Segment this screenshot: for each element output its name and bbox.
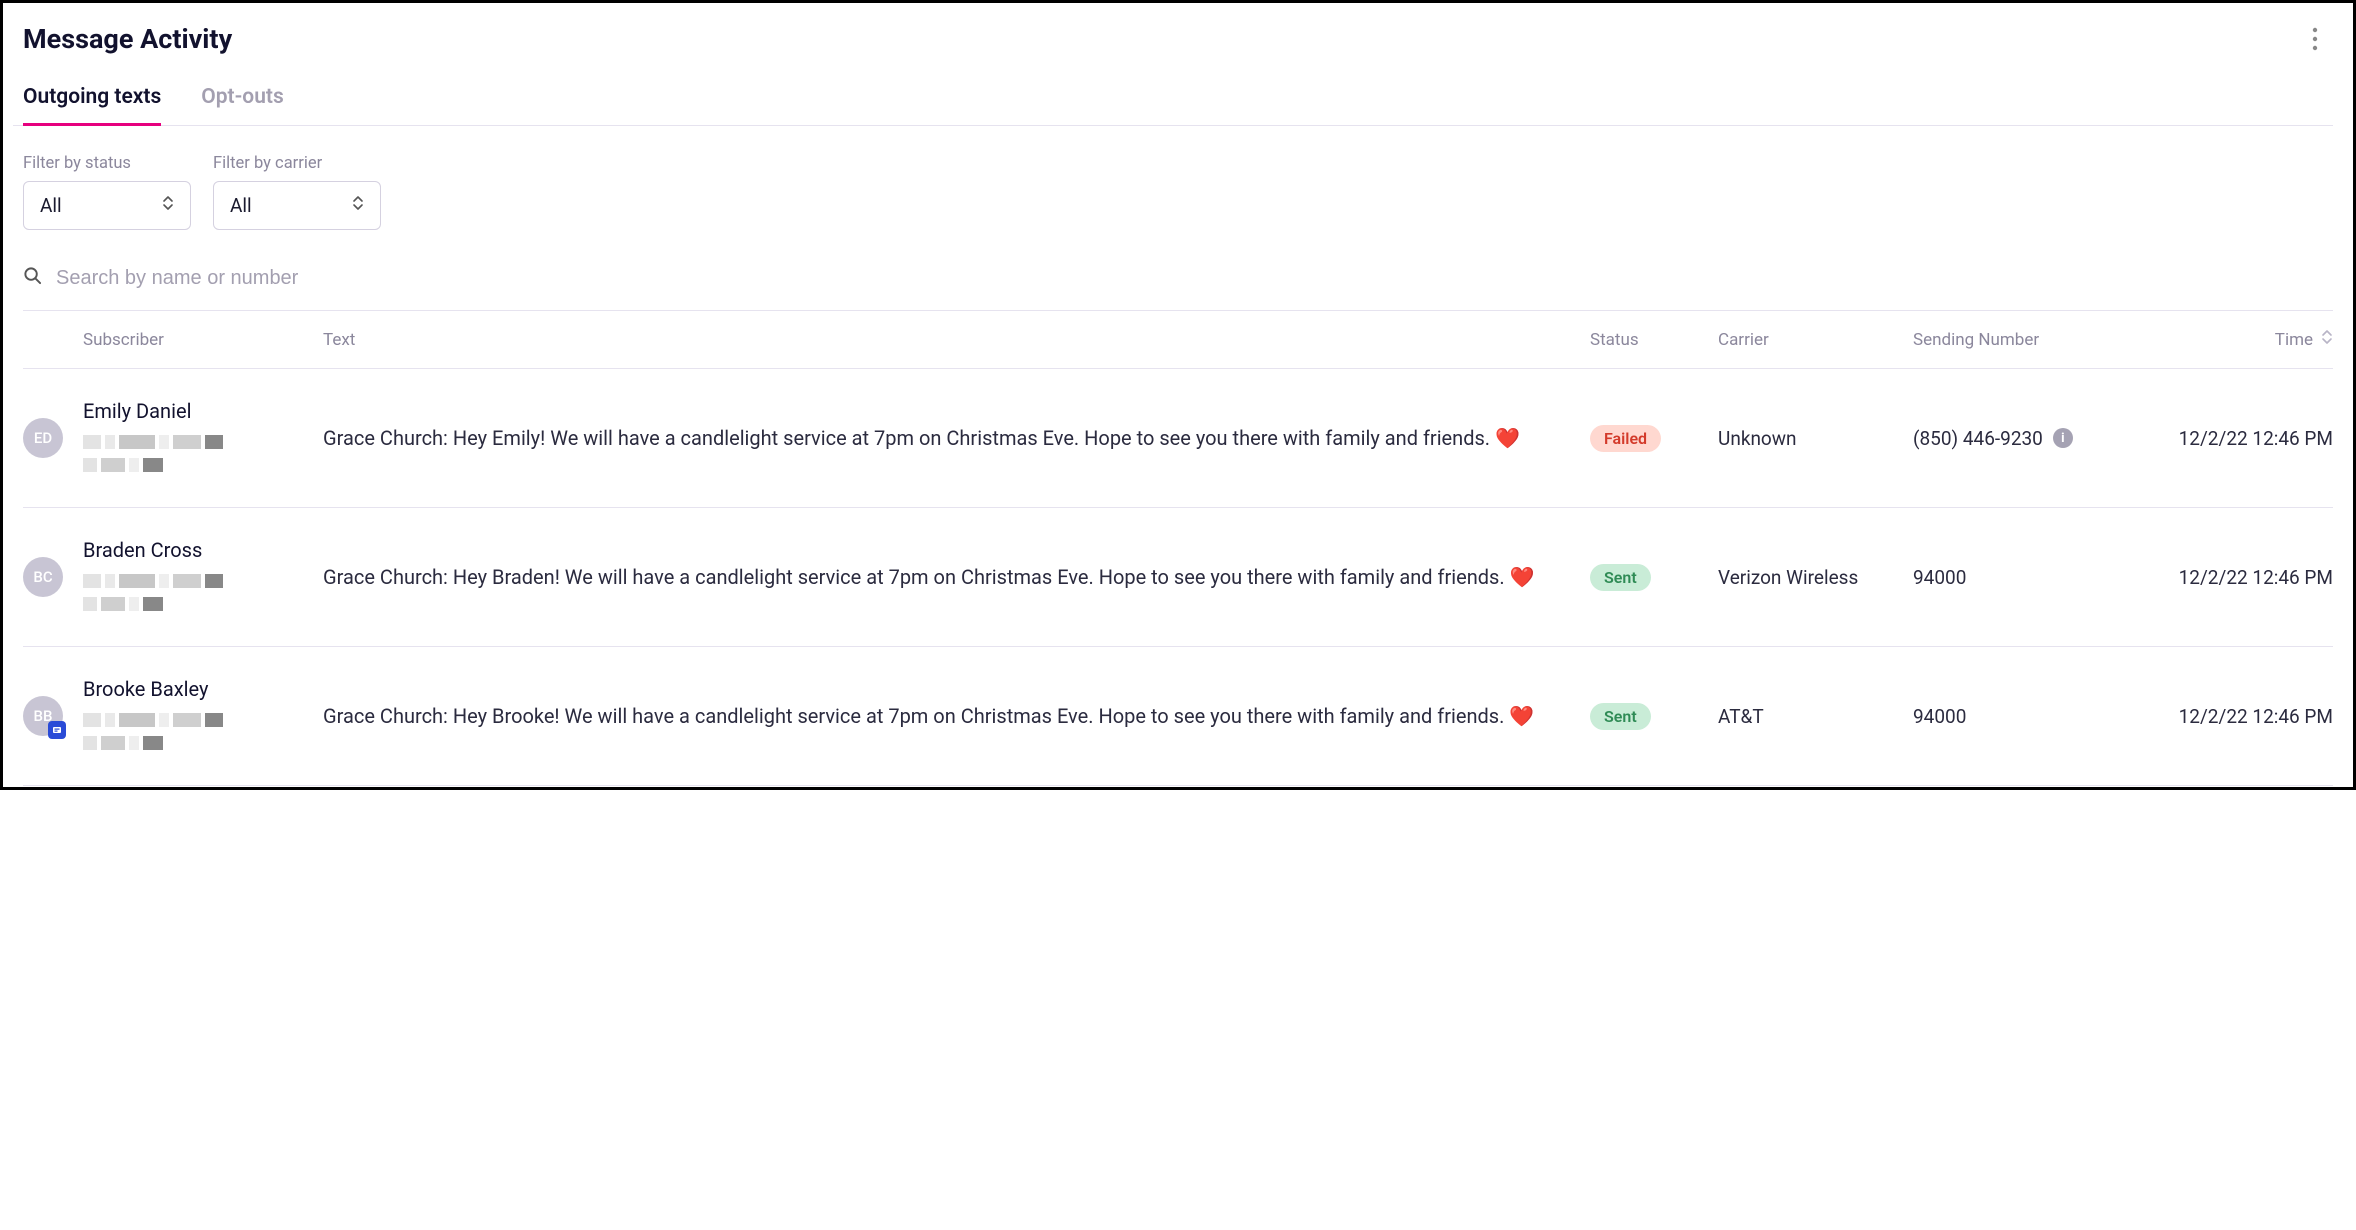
filter-carrier-group: Filter by carrier All xyxy=(213,154,381,230)
col-header-status[interactable]: Status xyxy=(1590,330,1718,350)
filters: Filter by status All Filter by carrier A… xyxy=(23,154,2333,230)
table-row[interactable]: ED Emily Daniel Grace Church: Hey Emily!… xyxy=(23,369,2333,508)
message-text: Grace Church: Hey Brooke! We will have a… xyxy=(323,702,1550,731)
filter-status-select[interactable]: All xyxy=(23,181,191,230)
sending-number-value: (850) 446-9230 xyxy=(1913,427,2043,450)
subscriber-redacted-line xyxy=(83,570,323,593)
carrier-value: Verizon Wireless xyxy=(1718,566,1913,589)
col-header-sending-number[interactable]: Sending Number xyxy=(1913,330,2133,350)
avatar[interactable]: BB xyxy=(23,696,63,736)
subscriber-redacted-line xyxy=(83,732,323,755)
app-frame: Message Activity Outgoing texts Opt-outs… xyxy=(0,0,2356,790)
chevron-up-down-icon xyxy=(162,194,174,217)
info-icon[interactable]: i xyxy=(2053,428,2073,448)
header: Message Activity xyxy=(23,21,2333,57)
filter-status-group: Filter by status All xyxy=(23,154,191,230)
chevron-up-down-icon xyxy=(352,194,364,217)
col-header-text[interactable]: Text xyxy=(323,330,1590,350)
filter-carrier-value: All xyxy=(230,194,252,217)
filter-carrier-select[interactable]: All xyxy=(213,181,381,230)
subscriber-redacted-line xyxy=(83,593,323,616)
sending-number-value: 94000 xyxy=(1913,566,1966,589)
carrier-value: Unknown xyxy=(1718,427,1913,450)
subscriber-name: Braden Cross xyxy=(83,538,323,562)
subscriber-redacted-line xyxy=(83,431,323,454)
message-text: Grace Church: Hey Emily! We will have a … xyxy=(323,424,1550,453)
carrier-value: AT&T xyxy=(1718,705,1913,728)
subscriber-redacted-line xyxy=(83,709,323,732)
col-header-subscriber[interactable]: Subscriber xyxy=(83,330,323,350)
table-body: ED Emily Daniel Grace Church: Hey Emily!… xyxy=(23,369,2333,786)
avatar[interactable]: ED xyxy=(23,418,63,458)
filter-status-label: Filter by status xyxy=(23,154,191,173)
col-header-carrier[interactable]: Carrier xyxy=(1718,330,1913,350)
subscriber-redacted-line xyxy=(83,454,323,477)
status-badge: Sent xyxy=(1590,703,1651,730)
status-badge: Failed xyxy=(1590,425,1661,452)
table-row[interactable]: BC Braden Cross Grace Church: Hey Braden… xyxy=(23,508,2333,647)
more-vertical-icon xyxy=(2312,27,2318,51)
search-icon xyxy=(23,266,42,290)
message-text: Grace Church: Hey Braden! We will have a… xyxy=(323,563,1550,592)
time-value: 12/2/22 12:46 PM xyxy=(2133,566,2333,589)
profile-badge-icon xyxy=(48,721,66,739)
sending-number-value: 94000 xyxy=(1913,705,1966,728)
time-value: 12/2/22 12:46 PM xyxy=(2133,427,2333,450)
status-badge: Sent xyxy=(1590,564,1651,591)
tab-opt-outs[interactable]: Opt-outs xyxy=(201,85,284,126)
subscriber-name: Emily Daniel xyxy=(83,399,323,423)
page-title: Message Activity xyxy=(23,23,232,55)
col-header-time[interactable]: Time xyxy=(2133,329,2333,350)
search-row xyxy=(23,266,2333,311)
table-row[interactable]: BB Brooke Baxley Grace Church: Hey Brook… xyxy=(23,647,2333,786)
sort-icon xyxy=(2321,329,2333,350)
filter-status-value: All xyxy=(40,194,62,217)
table-header: Subscriber Text Status Carrier Sending N… xyxy=(23,311,2333,369)
tabs: Outgoing texts Opt-outs xyxy=(13,85,2333,126)
col-header-time-label: Time xyxy=(2275,330,2313,350)
tab-outgoing-texts[interactable]: Outgoing texts xyxy=(23,85,161,126)
filter-carrier-label: Filter by carrier xyxy=(213,154,381,173)
time-value: 12/2/22 12:46 PM xyxy=(2133,705,2333,728)
search-input[interactable] xyxy=(56,267,2333,290)
subscriber-name: Brooke Baxley xyxy=(83,677,323,701)
avatar[interactable]: BC xyxy=(23,557,63,597)
more-menu-button[interactable] xyxy=(2297,21,2333,57)
